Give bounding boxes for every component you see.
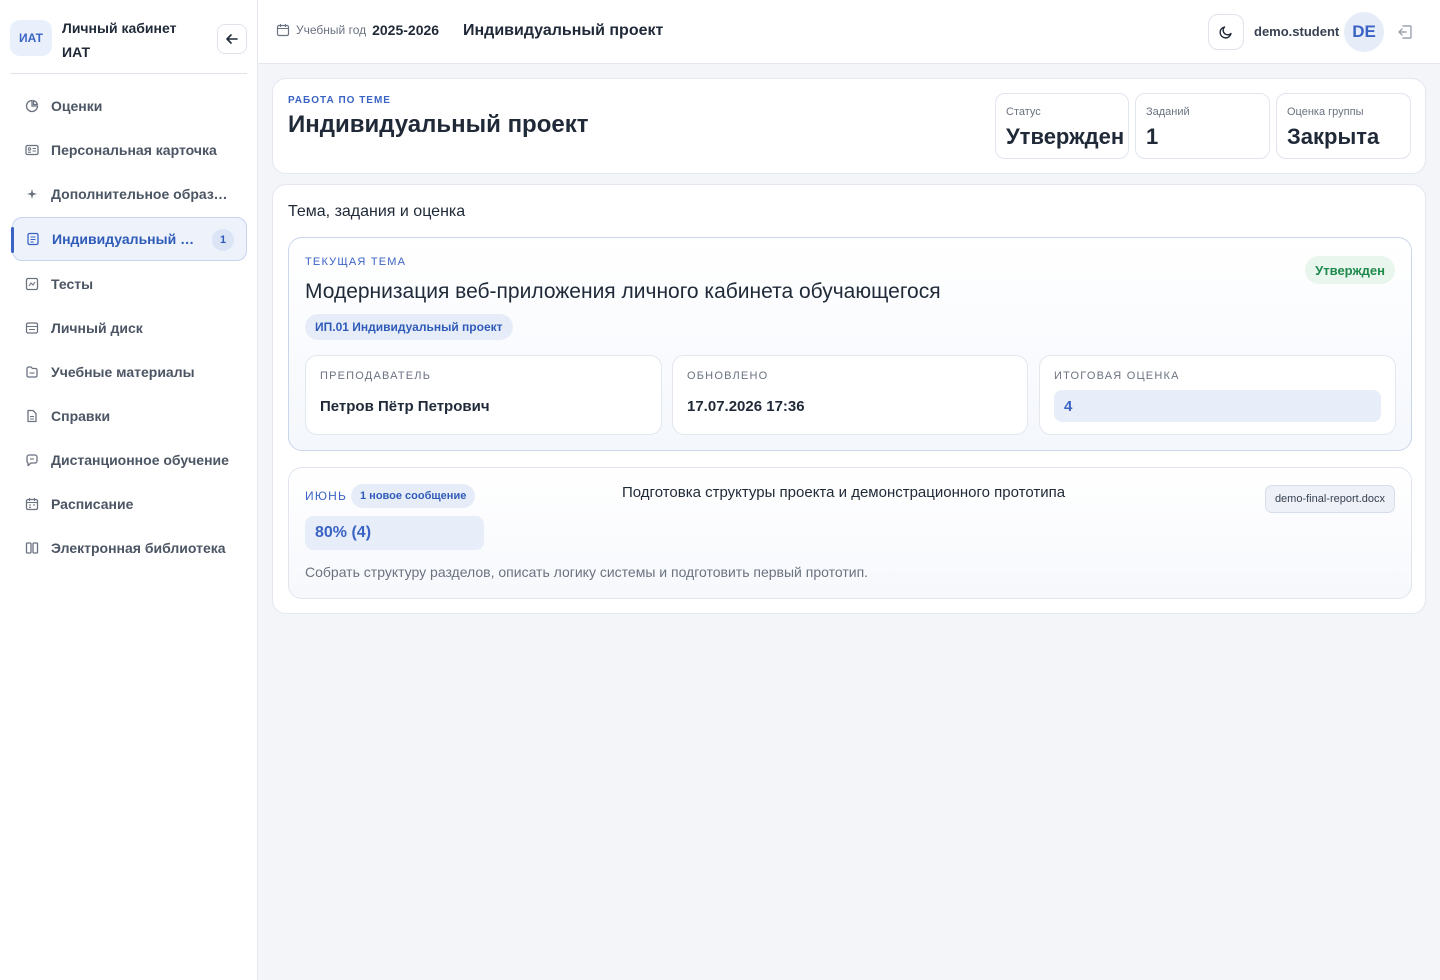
stat-value: 1 (1146, 124, 1159, 149)
book-icon (24, 540, 40, 556)
stat-tasks: Заданий 1 (1135, 93, 1270, 159)
overview-title: Индивидуальный проект (288, 111, 589, 138)
sidebar-item-grades[interactable]: Оценки (12, 84, 247, 128)
calendar-icon (24, 496, 40, 512)
arrow-left-icon (225, 32, 239, 46)
calendar-icon (276, 23, 290, 37)
sidebar-item-label: Личный диск (51, 320, 143, 336)
sidebar-item-individual-project[interactable]: Индивидуальный проект 1 (11, 217, 247, 261)
topic-name: Модернизация веб-приложения личного каби… (305, 280, 941, 303)
sidebar-item-label: Учебные материалы (51, 364, 195, 380)
updated-info: ОБНОВЛЕНО 17.07.2026 17:36 (672, 355, 1028, 435)
current-topic-panel: ТЕКУЩАЯ ТЕМА Утвержден Модернизация веб-… (288, 237, 1412, 451)
logout-icon[interactable] (1396, 23, 1414, 41)
topic-kicker: ТЕКУЩАЯ ТЕМА (305, 256, 407, 268)
sidebar-item-certificates[interactable]: Справки (12, 394, 247, 438)
academic-year-label: Учебный год (296, 23, 367, 37)
sidebar-item-label: Расписание (51, 496, 134, 512)
sidebar-item-distance-learning[interactable]: Дистанционное обучение (12, 438, 247, 482)
stat-status: Статус Утвержден (995, 93, 1129, 159)
new-messages-badge[interactable]: 1 новое сообщение (351, 484, 476, 508)
subject-tag: ИП.01 Индивидуальный проект (305, 314, 513, 340)
sidebar-item-study-materials[interactable]: Учебные материалы (12, 350, 247, 394)
chat-icon (24, 452, 40, 468)
task-progress: 80% (4) (305, 516, 484, 550)
brand-logo[interactable]: ИАТ (10, 20, 52, 56)
final-grade-info: ИТОГОВАЯ ОЦЕНКА 4 (1039, 355, 1396, 435)
sidebar-item-label: Справки (51, 408, 111, 424)
project-overview-card: РАБОТА ПО ТЕМЕ Индивидуальный проект Ста… (272, 78, 1426, 174)
overview-kicker: РАБОТА ПО ТЕМЕ (288, 95, 391, 106)
disk-icon (24, 320, 40, 336)
sidebar-item-label: Оценки (51, 98, 103, 114)
sidebar-item-label: Тесты (51, 276, 94, 292)
task-month: ИЮНЬ (305, 489, 348, 503)
sidebar-item-label: Электронная библиотека (51, 540, 226, 556)
notification-badge: 1 (212, 229, 234, 251)
stat-value: Утвержден (1006, 124, 1125, 149)
attached-file-link[interactable]: demo-final-report.docx (1264, 485, 1395, 513)
stat-value: Закрыта (1287, 124, 1380, 149)
teacher-name: Петров Пётр Петрович (320, 398, 490, 415)
sidebar-item-library[interactable]: Электронная библиотека (12, 526, 247, 570)
topic-details-card: Тема, задания и оценка ТЕКУЩАЯ ТЕМА Утве… (272, 184, 1426, 614)
sidebar-nav: Оценки Персональная карточка Дополнитель… (11, 84, 247, 570)
brand: ИАТ Личный кабинет ИАТ (10, 14, 247, 74)
final-grade-label: ИТОГОВАЯ ОЦЕНКА (1054, 370, 1180, 382)
sidebar-item-label: Индивидуальный проект (52, 231, 202, 247)
stat-group-grade: Оценка группы Закрыта (1276, 93, 1411, 159)
updated-label: ОБНОВЛЕНО (687, 370, 769, 382)
stat-label: Статус (1006, 106, 1041, 118)
sidebar-item-tests[interactable]: Тесты (12, 262, 247, 306)
page-title: Индивидуальный проект (463, 22, 664, 39)
sparkle-icon (24, 186, 40, 202)
task-title: Подготовка структуры проекта и демонстра… (622, 484, 1066, 501)
theme-toggle-button[interactable] (1208, 14, 1244, 50)
section-title: Тема, задания и оценка (288, 203, 466, 220)
avatar[interactable]: DE (1344, 12, 1384, 52)
sidebar-item-personal-card[interactable]: Персональная карточка (12, 128, 247, 172)
chart-pie-icon (24, 98, 40, 114)
top-header: Учебный год 2025-2026 Индивидуальный про… (258, 0, 1440, 64)
sidebar-item-personal-disk[interactable]: Личный диск (12, 306, 247, 350)
sidebar: ИАТ Личный кабинет ИАТ Оценки Персональн… (0, 0, 258, 980)
stat-label: Оценка группы (1287, 106, 1364, 118)
moon-icon (1218, 24, 1234, 40)
teacher-label: ПРЕПОДАВАТЕЛЬ (320, 370, 432, 382)
materials-icon (24, 364, 40, 380)
test-icon (24, 276, 40, 292)
sidebar-item-label: Персональная карточка (51, 142, 217, 158)
teacher-info: ПРЕПОДАВАТЕЛЬ Петров Пётр Петрович (305, 355, 662, 435)
task-card: ИЮНЬ 1 новое сообщение 80% (4) Подготовк… (288, 467, 1412, 599)
id-card-icon (24, 142, 40, 158)
academic-year-value: 2025-2026 (372, 22, 440, 38)
sidebar-item-additional-education[interactable]: Дополнительное образование (12, 172, 247, 216)
task-description: Собрать структуру разделов, описать логи… (305, 564, 869, 580)
stat-label: Заданий (1146, 106, 1190, 118)
sidebar-item-schedule[interactable]: Расписание (12, 482, 247, 526)
brand-title: Личный кабинет ИАТ (62, 20, 177, 60)
file-icon (24, 408, 40, 424)
document-icon (25, 231, 41, 247)
academic-year[interactable]: Учебный год 2025-2026 (276, 22, 439, 38)
collapse-sidebar-button[interactable] (217, 24, 247, 54)
final-grade-value: 4 (1054, 390, 1381, 422)
sidebar-item-label: Дистанционное обучение (51, 452, 229, 468)
username[interactable]: demo.student (1254, 24, 1339, 39)
status-badge: Утвержден (1305, 256, 1395, 284)
sidebar-item-label: Дополнительное образование (51, 186, 233, 202)
updated-value: 17.07.2026 17:36 (687, 398, 805, 415)
